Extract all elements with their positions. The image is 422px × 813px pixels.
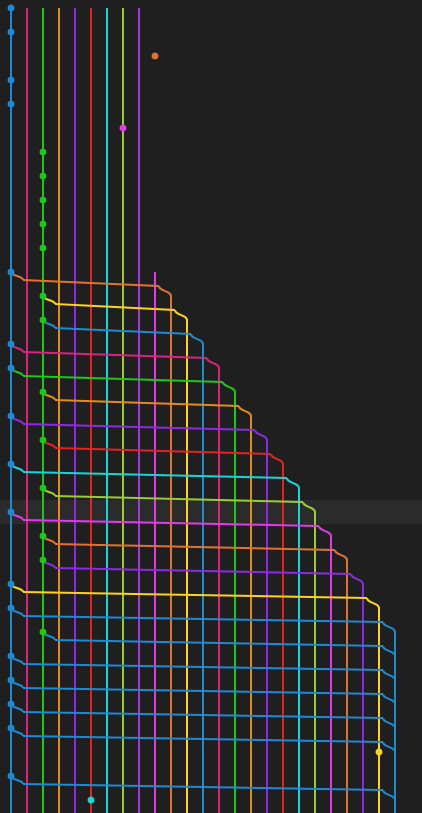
commit-graph-canvas[interactable] — [0, 0, 422, 813]
commit-dot[interactable] — [7, 676, 15, 684]
branch-curve — [382, 741, 396, 753]
commit-dot[interactable] — [39, 148, 47, 156]
commit-dot[interactable] — [39, 436, 47, 444]
commit-dot[interactable] — [7, 724, 15, 732]
commit-dot[interactable] — [119, 124, 127, 132]
branch-curve — [334, 549, 348, 561]
branch-curve — [350, 573, 364, 585]
commit-dot[interactable] — [7, 4, 15, 12]
commit-dot[interactable] — [7, 508, 15, 516]
branch-curve — [318, 525, 332, 537]
branch-edge — [54, 399, 240, 407]
branch-curve — [222, 381, 236, 393]
commit-dot[interactable] — [7, 700, 15, 708]
commit-dot[interactable] — [7, 28, 15, 36]
commit-dot[interactable] — [39, 196, 47, 204]
branch-curve — [382, 789, 396, 801]
commit-dot[interactable] — [39, 532, 47, 540]
commit-dot[interactable] — [39, 628, 47, 636]
branch-curve — [366, 597, 380, 609]
commit-dot[interactable] — [39, 220, 47, 228]
commit-dot[interactable] — [7, 100, 15, 108]
commit-dot[interactable] — [7, 580, 15, 588]
commit-dot[interactable] — [151, 52, 159, 60]
commit-dot[interactable] — [39, 388, 47, 396]
branch-curve — [382, 693, 396, 705]
commit-dot[interactable] — [39, 244, 47, 252]
branch-curve — [286, 477, 300, 489]
branch-curve — [190, 333, 204, 345]
commit-graph-panel — [0, 0, 422, 813]
branch-curve — [254, 429, 268, 441]
commit-dot[interactable] — [39, 316, 47, 324]
commit-dot[interactable] — [39, 172, 47, 180]
branch-curve — [206, 357, 220, 369]
branch-curve — [382, 645, 396, 657]
commit-dot[interactable] — [375, 748, 383, 756]
branch-edge — [54, 303, 176, 311]
commit-dot[interactable] — [39, 484, 47, 492]
branch-curve — [174, 309, 188, 321]
commit-dot[interactable] — [39, 292, 47, 300]
branch-curve — [238, 405, 252, 417]
branch-curve — [158, 285, 172, 297]
branch-curve — [382, 669, 396, 681]
branch-curve — [302, 501, 316, 513]
branch-curve — [270, 453, 284, 465]
commit-dot[interactable] — [7, 772, 15, 780]
commit-dot[interactable] — [7, 364, 15, 372]
branch-curve — [382, 717, 396, 729]
branch-edge — [22, 351, 208, 359]
commit-dot[interactable] — [87, 796, 95, 804]
commit-dot[interactable] — [7, 412, 15, 420]
branch-curve — [382, 621, 396, 633]
commit-dot[interactable] — [7, 340, 15, 348]
commit-dot[interactable] — [7, 604, 15, 612]
branch-edge — [54, 495, 304, 503]
commit-dot[interactable] — [39, 556, 47, 564]
branch-edge — [54, 543, 336, 551]
branch-edge — [54, 447, 272, 455]
commit-dot[interactable] — [7, 76, 15, 84]
commit-dot[interactable] — [7, 460, 15, 468]
commit-dot[interactable] — [7, 652, 15, 660]
commit-dot[interactable] — [7, 268, 15, 276]
